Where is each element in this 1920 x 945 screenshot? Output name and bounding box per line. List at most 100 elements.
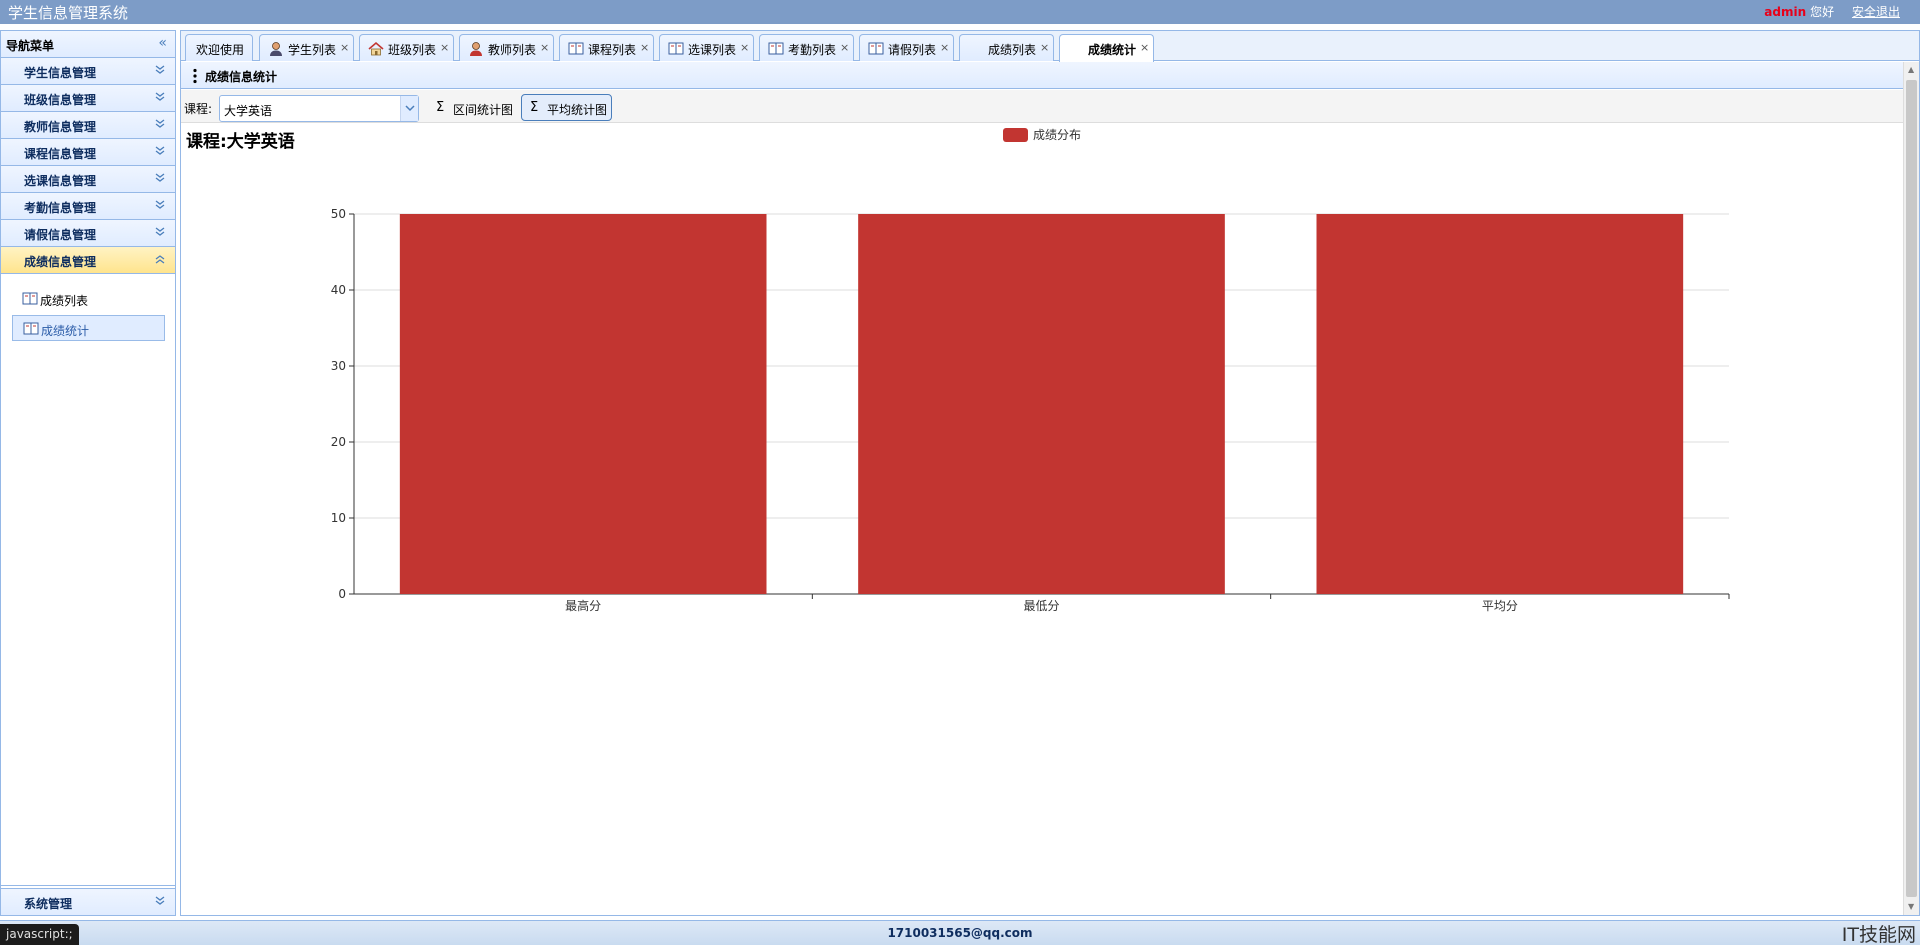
main-panel: 欢迎使用 学生列表 × 班级列表 × 教师列表 × 课程列表 × 选课列表 ×	[180, 30, 1920, 916]
bar	[858, 214, 1225, 594]
sub-item-score-list[interactable]: 成绩列表	[12, 286, 165, 312]
book-icon	[768, 42, 784, 55]
chart-title: 课程:大学英语	[186, 132, 295, 152]
y-tick-label: 30	[331, 359, 346, 373]
y-tick-label: 0	[338, 587, 346, 601]
tab-label: 学生列表	[288, 43, 337, 57]
book-icon	[22, 292, 38, 305]
tab-welcome[interactable]: 欢迎使用	[185, 34, 253, 61]
tab-label: 成绩列表	[988, 43, 1037, 57]
tab-label: 欢迎使用	[196, 43, 245, 57]
tab-label: 选课列表	[688, 43, 737, 57]
menu-group-label: 教师信息管理	[24, 120, 97, 134]
menu-group-course[interactable]: 课程信息管理	[1, 139, 175, 166]
y-tick-label: 40	[331, 283, 346, 297]
tab-label: 教师列表	[488, 43, 537, 57]
book-icon	[868, 42, 884, 55]
sigma-icon: Σ	[436, 100, 445, 115]
watermark: IT技能网	[1841, 924, 1916, 945]
avg-chart-button[interactable]: Σ 平均统计图	[521, 94, 612, 121]
menu-group-student[interactable]: 学生信息管理	[1, 58, 175, 85]
legend-label: 成绩分布	[1033, 128, 1081, 142]
scroll-up-icon[interactable]: ▲	[1908, 65, 1914, 74]
chevron-down-icon	[155, 173, 165, 182]
tab-course-list[interactable]: 课程列表 ×	[559, 34, 654, 61]
book-icon	[23, 322, 39, 335]
close-icon[interactable]: ×	[540, 41, 549, 54]
scroll-thumb[interactable]	[1906, 80, 1917, 897]
app-header: 学生信息管理系统 admin 您好 安全退出	[0, 0, 1920, 24]
tab-teacher-list[interactable]: 教师列表 ×	[459, 34, 554, 61]
chevron-down-icon[interactable]	[400, 96, 418, 121]
scroll-down-icon[interactable]: ▼	[1908, 902, 1914, 911]
chevron-down-icon	[155, 119, 165, 128]
close-icon[interactable]: ×	[340, 41, 349, 54]
menu-group-attendance[interactable]: 考勤信息管理	[1, 193, 175, 220]
range-chart-button[interactable]: Σ 区间统计图	[427, 94, 517, 121]
chevron-down-icon	[155, 146, 165, 155]
sidebar-title: 导航菜单	[6, 39, 55, 53]
panel-title: 成绩信息统计	[205, 70, 278, 84]
menu-group-score[interactable]: 成绩信息管理	[1, 247, 175, 274]
tab-attendance-list[interactable]: 考勤列表 ×	[759, 34, 854, 61]
chevron-down-icon	[155, 896, 165, 905]
sigma-icon: Σ	[530, 100, 539, 115]
tab-label: 请假列表	[888, 43, 937, 57]
chart-area: 0 10 20 30 40 50 最高分 最低分 平均分 成绩分布 课程:大学英语	[181, 124, 1903, 914]
close-icon[interactable]: ×	[940, 41, 949, 54]
range-chart-label: 区间统计图	[453, 103, 514, 117]
sidebar-header: 导航菜单 «	[1, 31, 175, 58]
menu-group-teacher[interactable]: 教师信息管理	[1, 112, 175, 139]
tab-label: 班级列表	[388, 43, 437, 57]
tab-label: 课程列表	[588, 43, 637, 57]
y-tick-label: 50	[331, 207, 346, 221]
course-select[interactable]: 大学英语	[219, 95, 419, 122]
avg-chart-label: 平均统计图	[547, 103, 608, 117]
tab-score-stats[interactable]: 成绩统计 ×	[1059, 34, 1154, 62]
user-area: admin 您好 安全退出	[1764, 3, 1900, 20]
tab-leave-list[interactable]: 请假列表 ×	[859, 34, 954, 61]
collapse-sidebar-icon[interactable]: «	[158, 35, 167, 51]
tab-bar: 欢迎使用 学生列表 × 班级列表 × 教师列表 × 课程列表 × 选课列表 ×	[181, 31, 1919, 62]
bar	[399, 214, 767, 594]
close-icon[interactable]: ×	[440, 41, 449, 54]
status-bar-text: javascript:;	[0, 924, 79, 945]
x-tick-label: 最低分	[1023, 599, 1059, 613]
close-icon[interactable]: ×	[1040, 41, 1049, 54]
menu-group-label: 考勤信息管理	[24, 201, 97, 215]
bar	[1316, 214, 1684, 594]
logout-link[interactable]: 安全退出	[1852, 5, 1900, 19]
chevron-down-icon	[155, 92, 165, 101]
book-icon	[668, 42, 684, 55]
book-icon	[568, 42, 584, 55]
chevron-down-icon	[155, 65, 165, 74]
menu-group-label: 请假信息管理	[24, 228, 97, 242]
sub-item-label: 成绩统计	[41, 324, 90, 338]
y-tick-label: 10	[331, 511, 346, 525]
chevron-down-icon	[155, 200, 165, 209]
tab-selection-list[interactable]: 选课列表 ×	[659, 34, 754, 61]
menu-group-label: 课程信息管理	[24, 147, 97, 161]
close-icon[interactable]: ×	[740, 41, 749, 54]
tab-label: 考勤列表	[788, 43, 837, 57]
close-icon[interactable]: ×	[1140, 41, 1149, 54]
sub-item-score-stats[interactable]: 成绩统计	[12, 315, 165, 341]
x-tick-label: 最高分	[565, 598, 601, 613]
chevron-down-icon	[155, 227, 165, 236]
menu-group-label: 成绩信息管理	[24, 255, 97, 269]
close-icon[interactable]: ×	[840, 41, 849, 54]
vertical-scrollbar[interactable]: ▲ ▼	[1903, 62, 1919, 915]
menu-group-selection[interactable]: 选课信息管理	[1, 166, 175, 193]
house-icon	[368, 41, 384, 56]
tab-score-list[interactable]: 成绩列表 ×	[959, 34, 1054, 61]
menu-group-label: 班级信息管理	[24, 93, 97, 107]
score-menu-body: 成绩列表 成绩统计	[1, 274, 175, 886]
menu-group-system[interactable]: 系统管理	[1, 888, 175, 915]
tab-class-list[interactable]: 班级列表 ×	[359, 34, 454, 61]
tab-student-list[interactable]: 学生列表 ×	[259, 34, 354, 61]
menu-group-class[interactable]: 班级信息管理	[1, 85, 175, 112]
close-icon[interactable]: ×	[640, 41, 649, 54]
menu-group-label: 学生信息管理	[24, 66, 97, 80]
menu-group-leave[interactable]: 请假信息管理	[1, 220, 175, 247]
user-red-icon	[470, 42, 482, 56]
